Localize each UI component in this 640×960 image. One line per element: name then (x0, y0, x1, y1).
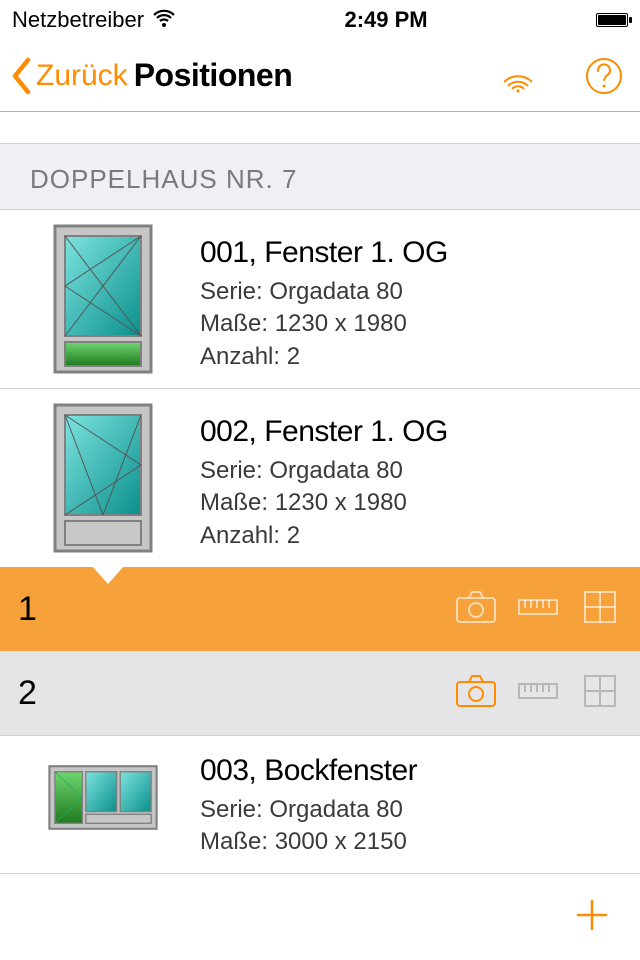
position-item[interactable]: 001, Fenster 1. OG Serie: Orgadata 80 Ma… (0, 210, 640, 389)
item-title: 003, Bockfenster (200, 754, 620, 788)
item-meta: Serie: Orgadata 80 Maße: 3000 x 2150 (200, 794, 620, 859)
add-button[interactable] (572, 892, 612, 944)
grid-icon[interactable] (578, 672, 622, 715)
back-label: Zurück (36, 59, 128, 93)
window-thumbnail (48, 403, 158, 553)
nav-separator (0, 112, 640, 144)
camera-icon[interactable] (454, 672, 498, 715)
instance-row[interactable]: 2 (0, 651, 640, 735)
status-time: 2:49 PM (344, 7, 427, 33)
instance-number: 2 (18, 674, 37, 713)
wifi-icon (152, 7, 176, 33)
instance-number: 1 (18, 590, 37, 629)
bottom-toolbar (0, 876, 640, 960)
position-item[interactable]: 003, Bockfenster Serie: Orgadata 80 Maße… (0, 735, 640, 874)
item-meta: Serie: Orgadata 80 Maße: 1230 x 1980 Anz… (200, 276, 620, 373)
broadcast-icon[interactable] (496, 54, 540, 98)
ruler-icon[interactable] (516, 672, 560, 715)
pointer-indicator (92, 566, 124, 584)
camera-icon[interactable] (454, 588, 498, 631)
grid-icon[interactable] (578, 588, 622, 631)
carrier-label: Netzbetreiber (12, 7, 144, 33)
status-bar: Netzbetreiber 2:49 PM (0, 0, 640, 40)
help-icon[interactable] (582, 54, 626, 98)
item-title: 002, Fenster 1. OG (200, 415, 620, 449)
battery-icon (596, 13, 628, 27)
item-title: 001, Fenster 1. OG (200, 236, 620, 270)
window-thumbnail (48, 224, 158, 374)
section-header: DOPPELHAUS NR. 7 (0, 144, 640, 210)
chevron-left-icon (10, 57, 32, 95)
page-title: Positionen (134, 57, 293, 94)
nav-bar: Zurück Positionen (0, 40, 640, 112)
item-meta: Serie: Orgadata 80 Maße: 1230 x 1980 Anz… (200, 455, 620, 552)
ruler-icon[interactable] (516, 588, 560, 631)
window-thumbnail (48, 750, 158, 850)
position-item[interactable]: 002, Fenster 1. OG Serie: Orgadata 80 Ma… (0, 389, 640, 567)
instance-row-selected[interactable]: 1 (0, 567, 640, 651)
back-button[interactable]: Zurück (10, 57, 128, 95)
